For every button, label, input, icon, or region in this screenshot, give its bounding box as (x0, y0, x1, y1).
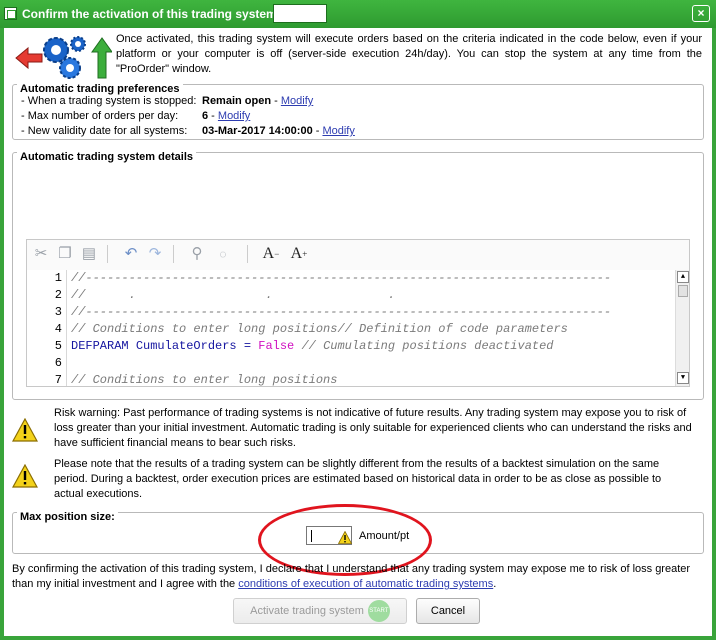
disclaimer-text: By confirming the activation of this tra… (12, 563, 691, 590)
scroll-down-icon[interactable]: ▼ (677, 372, 689, 384)
modify-link[interactable]: Modify (218, 110, 250, 122)
code-line: // . . . (71, 288, 396, 302)
backtest-warning-text: Please note that the results of a tradin… (54, 458, 662, 500)
line-number: 5 (54, 339, 62, 353)
start-badge-icon: START (367, 600, 390, 623)
pref-value: Remain open (202, 95, 272, 107)
cancel-button[interactable]: Cancel (416, 598, 480, 624)
warning-icon (12, 464, 38, 488)
code-line: //--------------------------------------… (71, 305, 612, 319)
window-title: Confirm the activation of this trading s… (22, 7, 277, 21)
code-line: // Conditions to enter long positions// … (71, 322, 568, 336)
close-button[interactable]: × (692, 5, 710, 22)
pref-label: - New validity date for all systems: (21, 125, 188, 137)
modify-link[interactable]: Modify (322, 125, 354, 137)
preferences-group: Automatic trading preferences - When a t… (12, 83, 704, 140)
conditions-link[interactable]: conditions of execution of automatic tra… (238, 578, 493, 590)
code-scrollbar[interactable]: ▲ ▼ (675, 270, 689, 386)
code-line: // Conditions to enter long positions (71, 373, 338, 386)
modify-link[interactable]: Modify (281, 95, 313, 107)
line-number: 2 (54, 288, 62, 302)
title-bar[interactable]: Confirm the activation of this trading s… (0, 0, 716, 28)
auto-trading-gears-icon (15, 36, 112, 79)
copy-icon[interactable]: ❐ (55, 244, 75, 264)
window-icon (4, 7, 17, 20)
line-number-gutter: 1 2 3 4 5 6 7 (27, 270, 67, 386)
pref-label: - Max number of orders per day: (21, 110, 179, 122)
line-number: 4 (54, 322, 62, 336)
pref-label: - When a trading system is stopped: (21, 95, 197, 107)
pref-value: 03-Mar-2017 14:00:00 (202, 125, 313, 137)
line-number: 7 (54, 373, 62, 386)
redo-icon[interactable]: ↷ (145, 244, 165, 264)
undo-icon[interactable]: ↶ (121, 244, 141, 264)
risk-warning-text: Risk warning: Past performance of tradin… (54, 407, 692, 449)
activate-button-label: Activate trading system (250, 605, 364, 617)
toolbar-separator (173, 245, 174, 263)
line-number: 6 (54, 356, 62, 370)
increase-font-icon[interactable]: A+ (289, 244, 309, 264)
position-size-title: Max position size: (17, 511, 118, 523)
line-number: 3 (54, 305, 62, 319)
decrease-font-icon[interactable]: A− (261, 244, 281, 264)
dialog-window: Confirm the activation of this trading s… (0, 0, 716, 640)
scroll-up-icon[interactable]: ▲ (677, 271, 689, 283)
code-line: //--------------------------------------… (71, 271, 612, 285)
activate-button[interactable]: Activate trading system START (233, 598, 407, 624)
dialog-content: Once activated, this trading system will… (4, 28, 712, 636)
toolbar-separator (247, 245, 248, 263)
comment-icon[interactable]: ◌ (213, 244, 233, 264)
code-area[interactable]: 1 2 3 4 5 6 7 //------------------------… (27, 270, 689, 386)
title-field (273, 4, 327, 23)
warning-icon (12, 418, 38, 442)
code-editor: ✂ ❐ ▤ ↶ ↷ ⚲ ◌ A− A+ 1 2 3 4 5 6 7 //----… (26, 239, 690, 387)
cut-icon[interactable]: ✂ (31, 244, 51, 264)
editor-toolbar: ✂ ❐ ▤ ↶ ↷ ⚲ ◌ A− A+ (27, 240, 689, 270)
code-line: DEFPARAM CumulateOrders = False // Cumul… (71, 339, 554, 353)
intro-text: Once activated, this trading system will… (116, 33, 702, 75)
details-title: Automatic trading system details (17, 151, 196, 163)
paste-icon[interactable]: ▤ (79, 244, 99, 264)
toolbar-separator (107, 245, 108, 263)
line-number: 1 (54, 271, 62, 285)
scroll-thumb[interactable] (678, 285, 688, 297)
search-icon[interactable]: ⚲ (187, 244, 207, 264)
